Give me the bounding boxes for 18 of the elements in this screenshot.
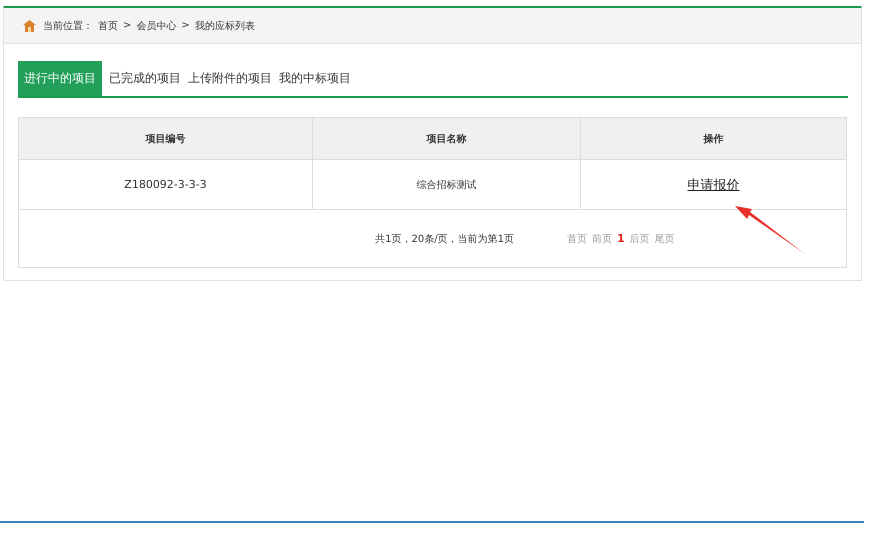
breadcrumb-label: 当前位置： bbox=[43, 20, 93, 32]
breadcrumb-separator: > bbox=[123, 20, 132, 31]
page-link[interactable]: 1 bbox=[617, 232, 625, 245]
tab[interactable]: 已完成的项目 bbox=[109, 61, 181, 96]
column-header: 项目编号 bbox=[144, 132, 186, 146]
tab[interactable]: 我的中标项目 bbox=[279, 61, 351, 96]
table-cell-text: Z180092-3-3-3 bbox=[123, 177, 208, 193]
breadcrumb-separator: > bbox=[181, 20, 190, 31]
breadcrumb-link[interactable]: 首页 bbox=[98, 18, 118, 32]
column-header: 项目名称 bbox=[312, 118, 580, 159]
breadcrumb-link[interactable]: 我的应标列表 bbox=[194, 18, 255, 32]
tab[interactable]: 上传附件的项目 bbox=[188, 61, 272, 96]
breadcrumb-link[interactable]: 会员中心 bbox=[136, 18, 176, 32]
pagination-summary: 共1页，20条/页，当前为第1页 bbox=[375, 232, 514, 246]
apply-quote-link[interactable]: 申请报价 bbox=[688, 176, 740, 194]
column-header: 操作 bbox=[580, 118, 846, 159]
table-cell: 综合招标测试 bbox=[312, 160, 580, 209]
home-icon bbox=[23, 20, 36, 32]
